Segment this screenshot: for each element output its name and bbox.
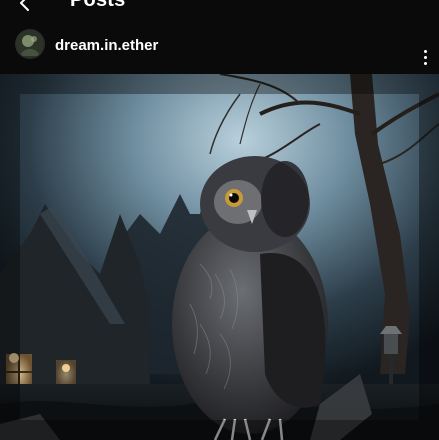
more-dot bbox=[423, 49, 427, 53]
owl-night-photo bbox=[0, 74, 439, 440]
back-button[interactable] bbox=[14, 0, 36, 14]
post-header: dream.in.ether bbox=[0, 18, 439, 74]
avatar-image bbox=[16, 30, 44, 58]
more-options-button[interactable] bbox=[418, 45, 432, 69]
more-dot bbox=[423, 55, 427, 59]
more-dot bbox=[423, 61, 427, 65]
back-arrow-icon bbox=[20, 0, 29, 11]
post-image[interactable] bbox=[0, 74, 439, 440]
page-title: Posts bbox=[70, 0, 126, 11]
post-username[interactable]: dream.in.ether bbox=[55, 37, 158, 55]
instagram-post-screen: Posts dream.in.ether bbox=[0, 0, 439, 440]
top-nav: Posts bbox=[0, 0, 439, 18]
avatar[interactable] bbox=[16, 30, 44, 58]
